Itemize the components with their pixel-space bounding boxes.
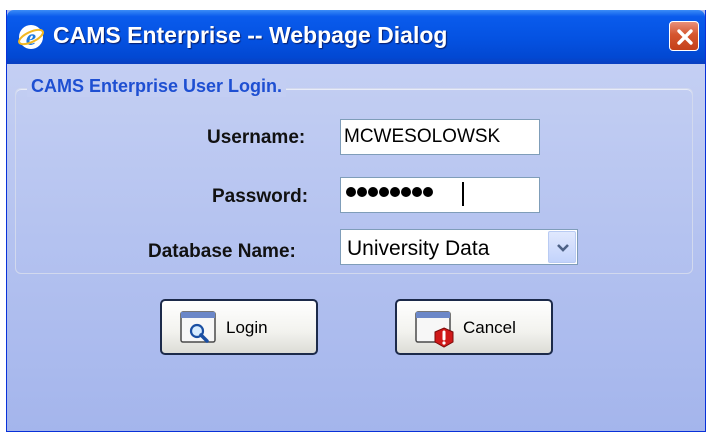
form-legend: CAMS Enterprise User Login.	[27, 76, 287, 97]
password-dot	[379, 187, 389, 197]
password-input[interactable]	[340, 177, 540, 213]
cancel-button-label: Cancel	[463, 318, 516, 337]
database-name-label: Database Name:	[148, 241, 296, 262]
password-dot	[357, 187, 367, 197]
password-dot	[412, 187, 422, 197]
dialog-window: e CAMS Enterprise -- Webpage Dialog CAMS…	[6, 10, 706, 432]
dropdown-button[interactable]	[548, 231, 576, 263]
password-dot	[423, 187, 433, 197]
password-dot	[401, 187, 411, 197]
window-title: CAMS Enterprise -- Webpage Dialog	[53, 22, 448, 48]
svg-text:e: e	[26, 25, 36, 50]
username-label: Username:	[207, 127, 306, 148]
login-button-label: Login	[226, 318, 268, 337]
database-selected-value: University Data	[347, 237, 490, 260]
password-dot	[390, 187, 400, 197]
cancel-button[interactable]: Cancel	[395, 299, 553, 355]
login-button[interactable]: Login	[160, 299, 318, 355]
database-select[interactable]: University Data	[340, 229, 578, 265]
username-input[interactable]	[340, 119, 540, 155]
ie-icon: e	[17, 23, 45, 51]
password-label: Password:	[212, 186, 309, 207]
error-window-icon	[415, 311, 455, 354]
text-caret	[462, 182, 464, 206]
close-button[interactable]	[669, 21, 699, 51]
search-window-icon	[180, 311, 218, 350]
close-icon	[677, 29, 693, 45]
chevron-down-icon	[557, 244, 569, 252]
password-mask	[346, 187, 433, 199]
password-dot	[346, 187, 356, 197]
password-dot	[368, 187, 378, 197]
dialog-content: CAMS Enterprise User Login. Username: Pa…	[7, 64, 705, 431]
title-bar[interactable]: e CAMS Enterprise -- Webpage Dialog	[7, 10, 705, 64]
